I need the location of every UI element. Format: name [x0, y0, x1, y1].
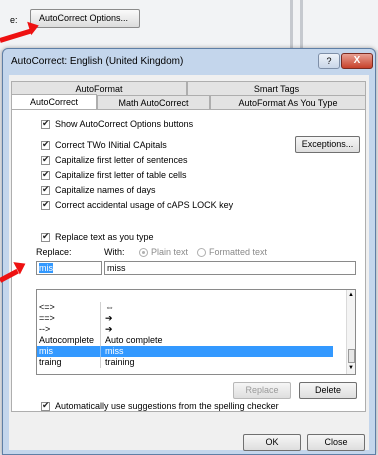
- dialog-client: AutoFormat Smart Tags AutoCorrect Math A…: [9, 75, 369, 451]
- help-button[interactable]: ?: [318, 53, 340, 69]
- replace-cell: mis: [39, 346, 101, 357]
- check-icon: ✔: [42, 400, 50, 410]
- ruler-mark: [290, 0, 293, 50]
- table-row[interactable]: ==> ➔: [37, 313, 333, 324]
- capitalize-sentences-checkbox[interactable]: ✔: [41, 154, 50, 165]
- table-row[interactable]: <=> ⇔: [37, 302, 333, 313]
- with-label: With:: [104, 247, 125, 257]
- spelling-suggestions-label: Automatically use suggestions from the s…: [55, 401, 279, 411]
- caps-lock-label: Correct accidental usage of cAPS LOCK ke…: [55, 200, 234, 210]
- check-icon: ✔: [42, 199, 50, 209]
- formatted-text-label: Formatted text: [209, 247, 268, 257]
- scroll-thumb[interactable]: [348, 349, 355, 363]
- plain-text-label: Plain text: [151, 247, 189, 257]
- check-icon: ✔: [42, 154, 50, 164]
- replace-input[interactable]: mis: [36, 261, 102, 275]
- capitalize-sentences-label: Capitalize first letter of sentences: [55, 155, 188, 165]
- tab-math-autocorrect[interactable]: Math AutoCorrect: [97, 95, 210, 110]
- replace-cell: Autocomplete: [39, 335, 101, 346]
- with-input[interactable]: miss: [104, 261, 356, 275]
- caps-lock-checkbox[interactable]: ✔: [41, 199, 50, 210]
- check-icon: ✔: [42, 184, 50, 194]
- table-row[interactable]: --> ➔: [37, 324, 333, 335]
- background-label: e:: [10, 15, 18, 25]
- check-icon: ✔: [42, 231, 50, 241]
- table-row[interactable]: Autocomplete Auto complete: [37, 335, 333, 346]
- replace-label: Replace:: [36, 247, 72, 257]
- exceptions-button[interactable]: Exceptions...: [295, 136, 360, 153]
- two-initial-caps-label: Correct TWo INitial CApitals: [55, 140, 167, 150]
- show-buttons-checkbox[interactable]: ✔: [41, 118, 50, 129]
- plain-text-radio[interactable]: [139, 248, 148, 257]
- with-cell: Auto complete: [105, 335, 163, 345]
- two-initial-caps-checkbox[interactable]: ✔: [41, 139, 50, 150]
- radio-dot-icon: [142, 251, 145, 254]
- capitalize-table-cells-label: Capitalize first letter of table cells: [55, 170, 187, 180]
- with-cell: ⇔: [105, 302, 114, 312]
- with-cell: ➔: [105, 313, 113, 323]
- table-row[interactable]: traing training: [37, 357, 333, 368]
- close-button[interactable]: Close: [307, 434, 365, 451]
- capitalize-days-checkbox[interactable]: ✔: [41, 184, 50, 195]
- table-row-selected[interactable]: mis miss: [37, 346, 333, 357]
- check-icon: ✔: [42, 118, 50, 128]
- replacement-list[interactable]: <=> ⇔ ==> ➔ --> ➔ Autocomplete Auto comp…: [36, 289, 356, 375]
- autocorrect-options-button[interactable]: AutoCorrect Options...: [30, 9, 140, 28]
- capitalize-days-label: Capitalize names of days: [55, 185, 156, 195]
- scroll-up-icon[interactable]: ▲: [348, 292, 354, 298]
- with-cell: miss: [105, 346, 124, 356]
- with-cell: ➔: [105, 324, 113, 334]
- autocorrect-dialog: AutoCorrect: English (United Kingdom) ? …: [2, 48, 376, 455]
- replace-cell: ==>: [39, 313, 101, 324]
- tab-smart-tags[interactable]: Smart Tags: [187, 81, 366, 96]
- replace-button[interactable]: Replace: [233, 382, 291, 399]
- window-close-button[interactable]: X: [341, 53, 373, 69]
- replace-cell: traing: [39, 357, 101, 368]
- ruler-mark: [300, 0, 303, 50]
- ok-button[interactable]: OK: [243, 434, 301, 451]
- replace-cell: <=>: [39, 302, 101, 313]
- tab-autoformat-as-you-type[interactable]: AutoFormat As You Type: [210, 95, 366, 110]
- spelling-suggestions-checkbox[interactable]: ✔: [41, 400, 50, 411]
- help-icon: ?: [326, 56, 332, 66]
- delete-button[interactable]: Delete: [299, 382, 357, 399]
- check-icon: ✔: [42, 169, 50, 179]
- show-buttons-label: Show AutoCorrect Options buttons: [55, 119, 194, 129]
- replace-as-you-type-label: Replace text as you type: [55, 232, 154, 242]
- title-bar[interactable]: AutoCorrect: English (United Kingdom) ? …: [3, 49, 375, 75]
- formatted-text-radio[interactable]: [197, 248, 206, 257]
- scroll-down-icon[interactable]: ▼: [348, 365, 354, 371]
- check-icon: ✔: [42, 139, 50, 149]
- list-scrollbar[interactable]: ▲ ▼: [346, 290, 355, 374]
- replace-as-you-type-checkbox[interactable]: ✔: [41, 231, 50, 242]
- close-icon: X: [353, 55, 361, 66]
- replace-cell: -->: [39, 324, 101, 335]
- with-cell: training: [105, 357, 135, 367]
- capitalize-table-cells-checkbox[interactable]: ✔: [41, 169, 50, 180]
- dialog-title: AutoCorrect: English (United Kingdom): [11, 56, 184, 67]
- replace-input-value: mis: [39, 263, 53, 273]
